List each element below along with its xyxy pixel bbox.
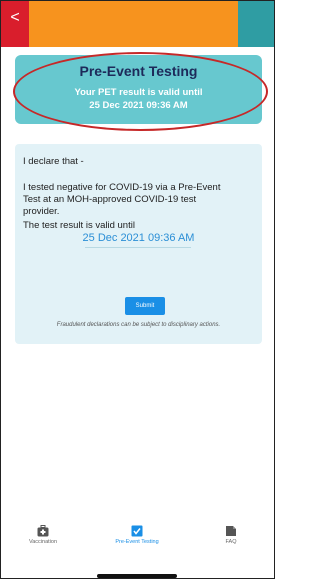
- declaration-line-2: Test at an MOH-approved COVID-19 test: [23, 194, 197, 205]
- app-frame: < Pre-Event Testing Your PET result is v…: [0, 0, 275, 579]
- valid-date: 25 Dec 2021 09:36 AM: [82, 232, 195, 244]
- pet-summary-card: Pre-Event Testing Your PET result is val…: [13, 52, 268, 131]
- divider: [85, 247, 191, 248]
- header-strip-teal: [238, 1, 274, 47]
- chevron-left-icon: <: [10, 9, 20, 26]
- tab-pre-event-testing[interactable]: Pre-Event Testing: [97, 525, 177, 545]
- declaration-line-1: I tested negative for COVID-19 via a Pre…: [23, 182, 221, 193]
- declaration-intro: I declare that -: [23, 156, 84, 167]
- declaration-line-3: provider.: [23, 206, 60, 217]
- tab-label: Vaccination: [28, 539, 58, 545]
- home-indicator: [97, 574, 177, 578]
- header-strip-orange: [29, 1, 238, 47]
- submit-button[interactable]: Submit: [125, 297, 165, 315]
- top-bar: <: [1, 1, 274, 47]
- valid-label: The test result is valid until: [23, 220, 135, 231]
- back-button[interactable]: <: [1, 1, 29, 47]
- tab-label: FAQ: [225, 539, 237, 545]
- tab-faq[interactable]: FAQ: [191, 525, 271, 545]
- checkbox-icon: [131, 525, 143, 537]
- tab-vaccination[interactable]: Vaccination: [3, 525, 83, 545]
- highlight-ring: [13, 52, 268, 131]
- bottom-tab-bar: Vaccination Pre-Event Testing FAQ: [1, 525, 274, 565]
- tab-label: Pre-Event Testing: [115, 539, 159, 545]
- medkit-icon: [37, 525, 49, 537]
- document-icon: [226, 526, 236, 536]
- declaration-card: I declare that - I tested negative for C…: [15, 144, 262, 344]
- fraud-note: Fraudulent declarations can be subject t…: [56, 322, 221, 328]
